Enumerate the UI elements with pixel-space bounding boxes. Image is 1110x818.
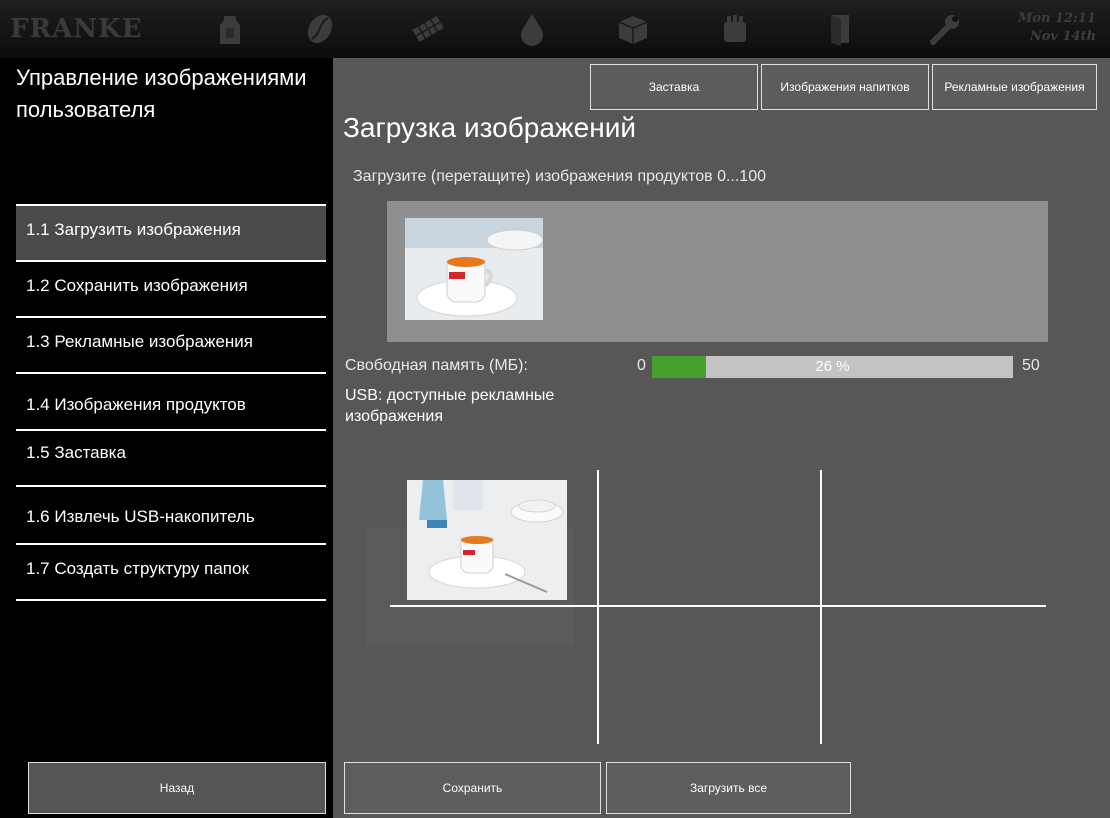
- save-button[interactable]: Сохранить: [344, 762, 601, 814]
- sidebar-divider: [16, 599, 326, 601]
- clock-time: Mon 12:11: [1017, 11, 1096, 26]
- tab-screensaver[interactable]: Заставка: [590, 64, 758, 110]
- milk-icon[interactable]: [210, 12, 250, 46]
- sidebar-item-product-images[interactable]: 1.4 Изображения продуктов: [16, 372, 326, 429]
- sidebar: Управление изображениями пользователя 1.…: [0, 58, 333, 818]
- sidebar-item-save-images[interactable]: 1.2 Сохранить изображения: [16, 260, 326, 316]
- package-icon[interactable]: [613, 12, 653, 46]
- franke-logo: FRANKE: [10, 14, 143, 44]
- main-panel: Заставка Изображения напитков Рекламные …: [333, 58, 1110, 818]
- sidebar-item-eject-usb[interactable]: 1.6 Извлечь USB-накопитель: [16, 485, 326, 543]
- sidebar-item-upload-images[interactable]: 1.1 Загрузить изображения: [16, 204, 326, 260]
- back-button[interactable]: Назад: [28, 762, 326, 814]
- cleaning-icon[interactable]: [715, 12, 755, 46]
- memory-min-value: 0: [637, 357, 646, 374]
- usb-available-label: USB: доступные рекламные изображения: [345, 387, 555, 425]
- tab-ad-images[interactable]: Рекламные изображения: [932, 64, 1097, 110]
- memory-max-value: 50: [1022, 357, 1040, 374]
- sidebar-item-screensaver[interactable]: 1.5 Заставка: [16, 429, 326, 485]
- grid-line-vertical-1: [597, 470, 599, 744]
- door-icon[interactable]: [820, 12, 860, 46]
- upload-instructions: Загрузите (перетащите) изображения проду…: [353, 168, 766, 185]
- memory-percent-text: 26 %: [815, 358, 850, 375]
- page-title: Загрузка изображений: [343, 112, 636, 143]
- chocolate-icon[interactable]: [408, 12, 448, 46]
- sidebar-item-ad-images[interactable]: 1.3 Рекламные изображения: [16, 316, 326, 372]
- tab-drink-images[interactable]: Изображения напитков: [761, 64, 929, 110]
- coffee-bean-icon[interactable]: [300, 12, 340, 46]
- memory-progress-bar: 26 %: [652, 356, 1013, 378]
- clock: Mon 12:11 Nov 14th: [1018, 10, 1096, 46]
- top-bar: FRANKE Mon 12:11 Nov 14th: [0, 0, 1110, 58]
- wrench-icon[interactable]: [925, 12, 965, 46]
- sidebar-item-create-folders[interactable]: 1.7 Создать структуру папок: [16, 543, 326, 599]
- grid-line-horizontal: [390, 605, 1046, 607]
- usb-ad-image[interactable]: [407, 480, 567, 600]
- grid-line-vertical-2: [820, 470, 822, 744]
- water-drop-icon[interactable]: [512, 12, 552, 46]
- uploaded-product-image[interactable]: [405, 218, 543, 320]
- clock-date: Nov 14th: [1029, 29, 1096, 44]
- sidebar-title: Управление изображениями пользователя: [16, 65, 307, 122]
- upload-all-button[interactable]: Загрузить все: [606, 762, 851, 814]
- free-memory-label: Свободная память (МБ):: [345, 357, 528, 374]
- upload-drop-zone[interactable]: [387, 201, 1048, 342]
